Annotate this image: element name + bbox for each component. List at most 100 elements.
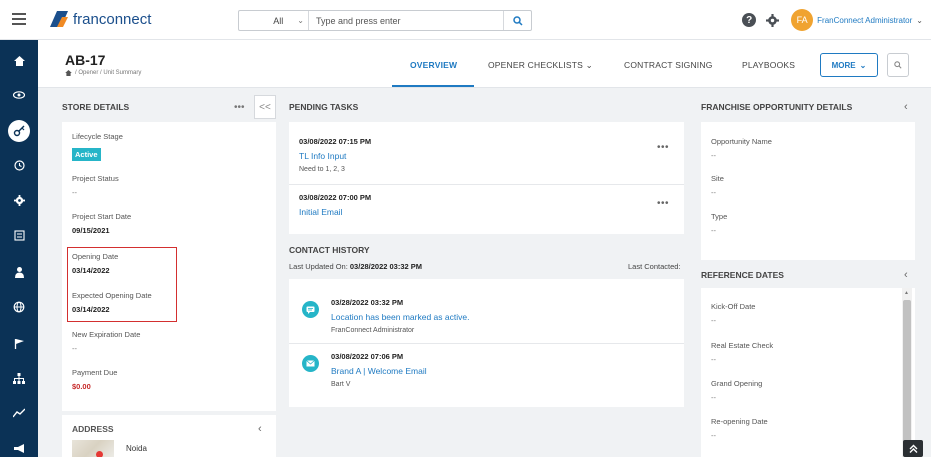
scrollbar-thumb[interactable]	[903, 300, 911, 448]
franchise-opportunity-title: FRANCHISE OPPORTUNITY DETAILS	[701, 102, 853, 112]
type-label: Type	[711, 212, 728, 221]
logo-icon	[48, 9, 70, 29]
globe-icon	[13, 301, 25, 313]
expected-opening-date-value: 03/14/2022	[72, 305, 110, 314]
tab-opener-checklists[interactable]: OPENER CHECKLISTS ⌄	[488, 60, 593, 71]
more-options-icon[interactable]: •••	[657, 142, 669, 153]
nav-eye[interactable]	[0, 80, 38, 110]
nav-home[interactable]	[0, 46, 38, 76]
contact-history-title: CONTACT HISTORY	[289, 245, 370, 255]
tab-overview[interactable]: OVERVIEW	[410, 60, 457, 70]
opening-date-value: 03/14/2022	[72, 266, 110, 275]
tab-contract-signing[interactable]: CONTRACT SIGNING	[624, 60, 713, 70]
real-estate-check-value: --	[711, 355, 716, 364]
franchise-opportunity-card: Opportunity Name -- Site -- Type --	[701, 122, 915, 260]
logo-text: franconnect	[73, 10, 152, 28]
opportunity-name-label: Opportunity Name	[711, 137, 772, 146]
nav-settings[interactable]	[0, 185, 38, 215]
pending-tasks-card: 03/08/2022 07:15 PM TL Info Input Need t…	[289, 122, 684, 234]
store-details-panel: STORE DETAILS ••• << Lifecycle Stage Act…	[62, 92, 276, 457]
more-button-label: MORE	[831, 60, 856, 70]
tab-playbooks[interactable]: PLAYBOOKS	[742, 60, 795, 70]
nav-megaphone[interactable]	[0, 433, 38, 457]
site-value: --	[711, 188, 716, 197]
nav-globe[interactable]	[0, 292, 38, 322]
help-icon[interactable]: ?	[742, 13, 757, 27]
chat-icon	[302, 301, 319, 318]
task-link[interactable]: Initial Email	[299, 207, 342, 217]
nav-opener[interactable]	[0, 116, 38, 146]
search-scope-select[interactable]: All ⌄	[239, 11, 309, 30]
scroll-up-icon[interactable]: ▲	[904, 290, 909, 296]
nav-user[interactable]	[0, 257, 38, 287]
nav-sitemap[interactable]	[0, 363, 38, 393]
mail-icon	[302, 355, 319, 372]
search-button[interactable]	[503, 11, 531, 30]
status-badge: Active	[72, 148, 101, 161]
collapse-panel-button[interactable]: <<	[254, 95, 276, 119]
type-value: --	[711, 226, 716, 235]
new-expiration-date-value: --	[72, 344, 77, 353]
user-name[interactable]: FranConnect Administrator	[817, 16, 912, 25]
nav-list[interactable]	[0, 220, 38, 250]
top-right-controls: ? FA FranConnect Administrator ⌄	[742, 9, 923, 31]
chart-icon	[13, 408, 25, 418]
more-options-icon[interactable]: •••	[234, 102, 245, 113]
more-options-icon[interactable]: •••	[657, 198, 669, 209]
page-search-button[interactable]	[887, 53, 909, 77]
address-city: Noida	[126, 444, 147, 453]
opportunity-name-value: --	[711, 151, 716, 160]
last-updated: Last Updated On: 03/28/2022 03:32 PM	[289, 262, 422, 271]
left-nav	[0, 40, 38, 457]
nav-flag[interactable]	[0, 328, 38, 358]
chevron-left-icon[interactable]: ‹	[904, 101, 908, 113]
search-scope-label: All	[273, 15, 284, 26]
flag-icon	[14, 338, 24, 349]
last-updated-value: 03/28/2022 03:32 PM	[349, 262, 423, 271]
gear-icon[interactable]	[766, 13, 780, 27]
search-input[interactable]	[309, 11, 503, 30]
task-description: Need to 1, 2, 3	[299, 166, 345, 173]
pending-tasks-title: PENDING TASKS	[289, 102, 359, 112]
page-header: AB-17 / Opener / Unit Summary OVERVIEW O…	[38, 40, 931, 88]
chevron-down-icon: ⌄	[297, 16, 304, 25]
list-item: 03/08/2022 07:06 PM Brand A | Welcome Em…	[289, 343, 684, 399]
reference-dates-card: Kick-Off Date -- Real Estate Check -- Gr…	[701, 288, 915, 457]
project-status-label: Project Status	[72, 174, 119, 183]
list-item: 03/08/2022 07:15 PM TL Info Input Need t…	[289, 122, 684, 178]
opening-date-label: Opening Date	[72, 252, 119, 261]
task-link[interactable]: TL Info Input	[299, 151, 346, 161]
breadcrumb-text[interactable]: / Opener / Unit Summary	[75, 70, 141, 76]
lifecycle-stage-label: Lifecycle Stage	[72, 132, 123, 141]
menu-icon[interactable]	[12, 13, 26, 25]
tab-opener-checklists-label: OPENER CHECKLISTS	[488, 60, 584, 70]
history-author: FranConnect Administrator	[331, 327, 415, 334]
contact-history-card: 03/28/2022 03:32 PM Location has been ma…	[289, 279, 684, 407]
gear-icon	[13, 194, 25, 206]
home-icon[interactable]	[65, 70, 72, 76]
project-start-date-label: Project Start Date	[72, 212, 132, 221]
logo[interactable]: franconnect	[48, 9, 151, 29]
scroll-to-top-button[interactable]	[903, 440, 923, 457]
new-expiration-date-label: New Expiration Date	[72, 330, 141, 339]
chevron-down-icon: ⌄	[585, 60, 593, 70]
megaphone-icon	[14, 443, 24, 453]
nav-chart[interactable]	[0, 398, 38, 428]
nav-clock[interactable]	[0, 150, 38, 180]
right-panel: FRANCHISE OPPORTUNITY DETAILS ‹ Opportun…	[701, 92, 915, 457]
chevron-down-icon[interactable]: ⌄	[916, 16, 923, 25]
kick-off-date-value: --	[711, 316, 716, 325]
more-button[interactable]: MORE ⌄	[820, 53, 878, 77]
chevron-left-icon[interactable]: ‹	[258, 423, 262, 435]
map-pin-icon	[96, 451, 103, 457]
reference-dates-title: REFERENCE DATES	[701, 270, 784, 280]
history-link[interactable]: Brand A | Welcome Email	[331, 366, 427, 376]
last-contacted-label: Last Contacted:	[628, 262, 681, 271]
avatar[interactable]: FA	[791, 9, 814, 31]
history-author: Bart V	[331, 381, 351, 388]
history-link[interactable]: Location has been marked as active.	[331, 312, 469, 322]
chevron-left-icon[interactable]: ‹	[904, 269, 908, 281]
map-thumbnail[interactable]	[72, 440, 114, 457]
search-icon	[512, 15, 523, 26]
project-start-date-value: 09/15/2021	[72, 226, 110, 235]
